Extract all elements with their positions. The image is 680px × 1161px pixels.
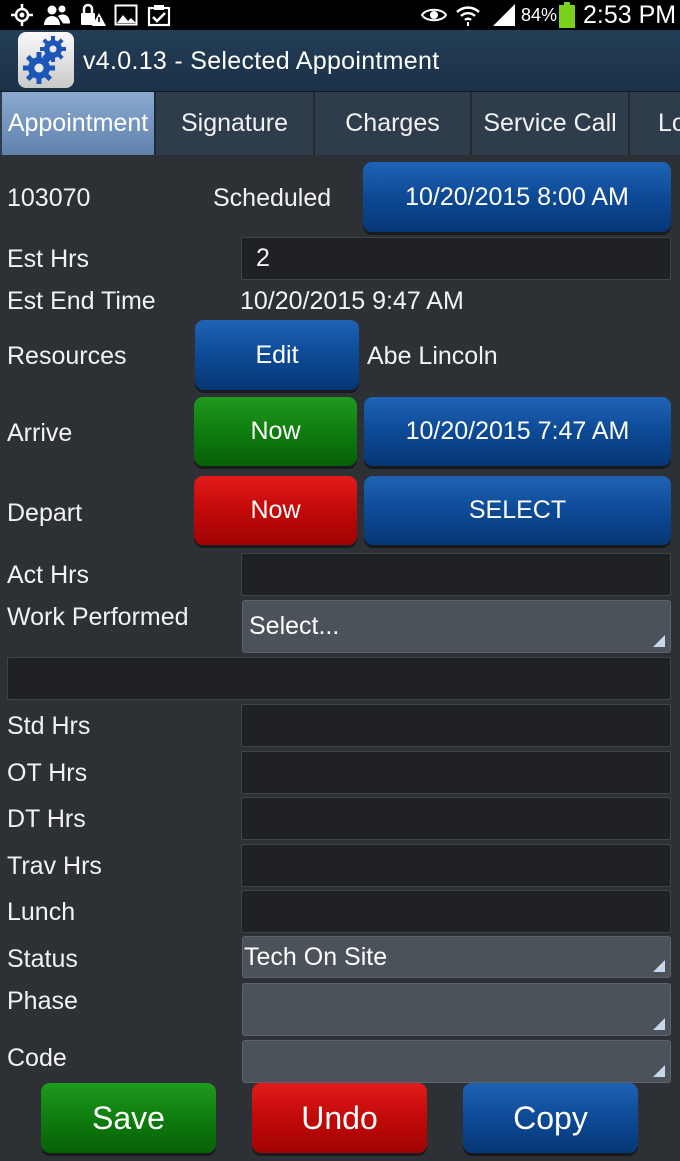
dt-hrs-field[interactable]: [241, 797, 671, 840]
tab-bar: Appointment Signature Charges Service Ca…: [0, 92, 680, 155]
phase-dropdown[interactable]: [242, 983, 671, 1036]
edit-resources-button[interactable]: Edit: [195, 320, 359, 390]
scheduled-datetime-button[interactable]: 10/20/2015 8:00 AM: [363, 162, 671, 232]
dt-hrs-label: DT Hrs: [7, 805, 86, 833]
work-performed-selected: Select...: [249, 612, 340, 640]
phase-label: Phase: [7, 987, 78, 1015]
undo-button[interactable]: Undo: [252, 1083, 427, 1153]
tab-lo[interactable]: Lo: [630, 92, 680, 155]
status-dropdown[interactable]: Tech On Site: [242, 936, 671, 978]
resources-label: Resources: [7, 342, 127, 370]
work-performed-dropdown[interactable]: Select...: [242, 600, 671, 653]
dropdown-arrow-icon: [653, 1065, 665, 1077]
lunch-field[interactable]: [241, 890, 671, 933]
status-label: Status: [7, 945, 78, 973]
work-performed-notes-field[interactable]: [7, 657, 671, 700]
arrive-label: Arrive: [7, 419, 73, 447]
est-hrs-label: Est Hrs: [7, 245, 89, 273]
ot-hrs-label: OT Hrs: [7, 759, 88, 787]
wifi-icon: [454, 3, 482, 27]
code-label: Code: [7, 1044, 67, 1072]
std-hrs-field[interactable]: [241, 704, 671, 747]
dropdown-arrow-icon: [653, 1018, 665, 1030]
status-bar: 84% 2:53 PM: [0, 0, 680, 30]
battery-icon: [557, 2, 577, 28]
signal-icon: [490, 3, 518, 27]
tab-service-call[interactable]: Service Call: [472, 92, 630, 155]
est-end-time-value: 10/20/2015 9:47 AM: [240, 287, 464, 315]
resource-name: Abe Lincoln: [367, 342, 498, 370]
dropdown-arrow-icon: [653, 960, 665, 972]
page-title: v4.0.13 - Selected Appointment: [83, 47, 440, 75]
appointment-number: 103070: [7, 184, 91, 212]
save-button[interactable]: Save: [41, 1083, 216, 1153]
std-hrs-label: Std Hrs: [7, 712, 91, 740]
status-selected: Tech On Site: [244, 942, 388, 971]
depart-now-button[interactable]: Now: [194, 476, 357, 545]
appointment-status: Scheduled: [213, 184, 332, 212]
act-hrs-label: Act Hrs: [7, 561, 89, 589]
code-dropdown[interactable]: [242, 1040, 671, 1083]
depart-select-button[interactable]: SELECT: [364, 476, 671, 545]
est-end-time-label: Est End Time: [7, 287, 156, 315]
arrive-now-button[interactable]: Now: [194, 397, 357, 466]
gears-icon[interactable]: [18, 32, 74, 88]
title-bar: v4.0.13 - Selected Appointment: [0, 30, 680, 92]
lock-warning-icon: [78, 3, 108, 27]
work-performed-label: Work Performed: [7, 603, 189, 631]
tab-charges[interactable]: Charges: [315, 92, 472, 155]
depart-label: Depart: [7, 499, 83, 527]
image-icon: [113, 3, 139, 27]
trav-hrs-field[interactable]: [241, 844, 671, 887]
tab-signature[interactable]: Signature: [156, 92, 315, 155]
est-hrs-field[interactable]: 2: [241, 237, 671, 280]
copy-button[interactable]: Copy: [463, 1083, 638, 1153]
tab-appointment[interactable]: Appointment: [2, 92, 156, 155]
act-hrs-field[interactable]: [241, 553, 671, 596]
dropdown-arrow-icon: [653, 635, 665, 647]
lunch-label: Lunch: [7, 898, 76, 926]
ot-hrs-field[interactable]: [241, 751, 671, 794]
clipboard-check-icon: [145, 3, 173, 27]
people-icon: [42, 3, 72, 27]
battery-percent: 84%: [521, 5, 558, 25]
arrive-datetime-button[interactable]: 10/20/2015 7:47 AM: [364, 397, 671, 466]
eye-icon: [419, 3, 449, 27]
clock: 2:53 PM: [583, 1, 677, 29]
gps-icon: [8, 3, 36, 27]
trav-hrs-label: Trav Hrs: [7, 852, 102, 880]
